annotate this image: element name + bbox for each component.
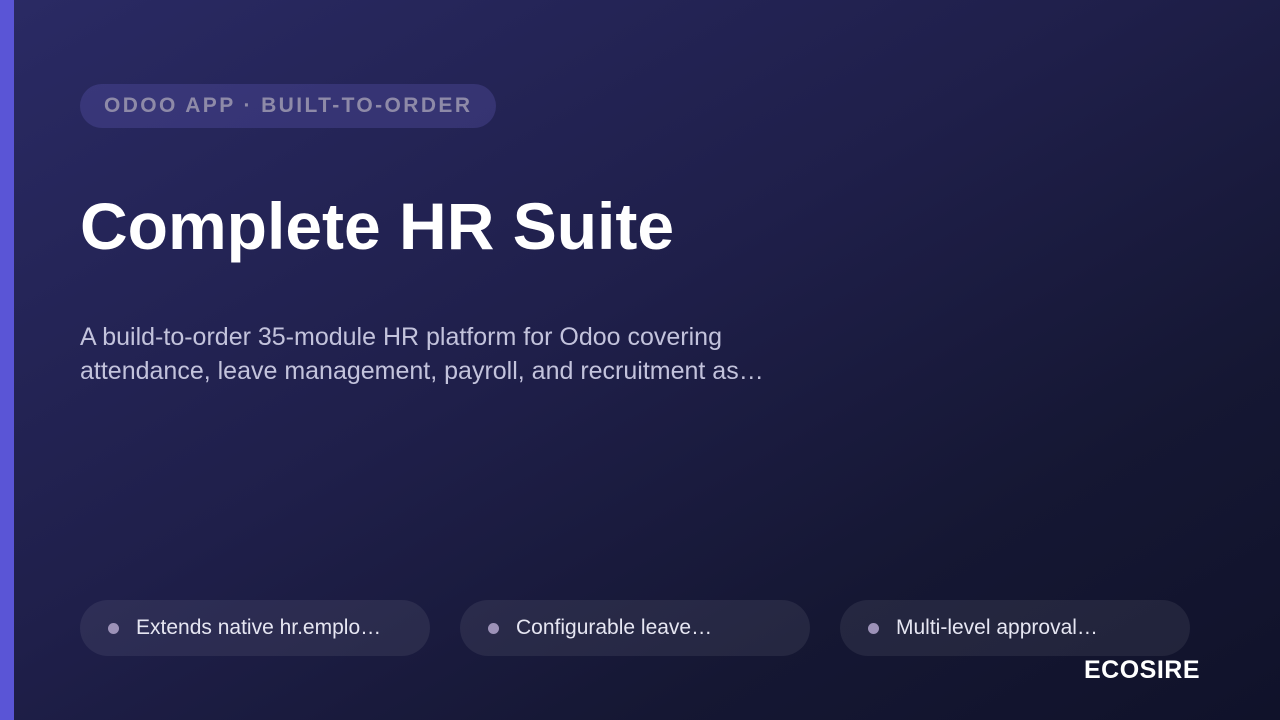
page-title: Complete HR Suite xyxy=(80,189,675,263)
eyebrow-badge: ODOO APP · BUILT-TO-ORDER xyxy=(80,84,497,128)
accent-bar xyxy=(0,0,14,720)
feature-pill: Extends native hr.emplo… xyxy=(80,600,430,656)
page-subtitle: A build-to-order 35-module HR platform f… xyxy=(80,323,764,385)
feature-pill: Configurable leave… xyxy=(460,600,810,656)
bullet-dot-icon xyxy=(488,622,499,634)
feature-pills: Extends native hr.emplo… Configurable le… xyxy=(80,600,1190,656)
brand-logo: ECOSIRE xyxy=(1083,656,1200,684)
feature-pill-label: Extends native hr.emplo… xyxy=(136,616,382,639)
bullet-dot-icon xyxy=(868,622,879,634)
feature-pill-label: Multi-level approval… xyxy=(896,616,1098,639)
feature-pill: Multi-level approval… xyxy=(840,600,1190,656)
feature-pill-label: Configurable leave… xyxy=(516,616,713,639)
bullet-dot-icon xyxy=(108,622,119,634)
